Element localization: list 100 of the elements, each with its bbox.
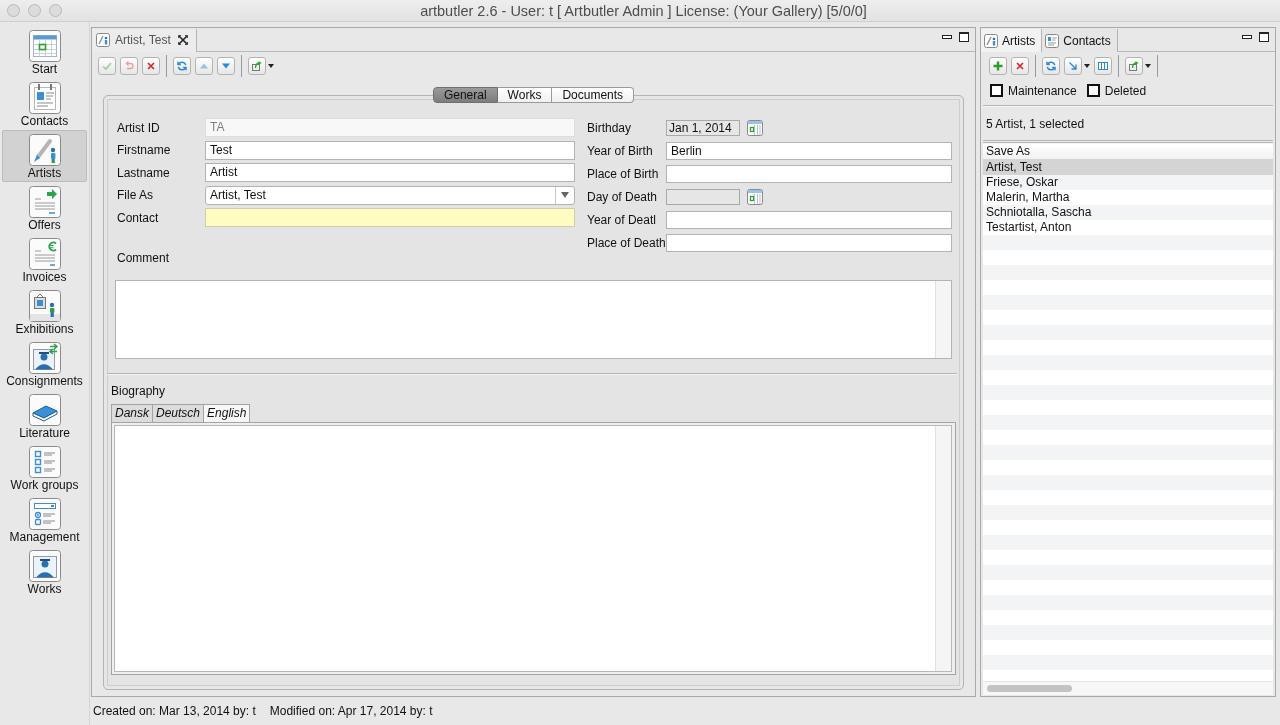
date-field[interactable]	[666, 189, 740, 205]
scrollbar[interactable]	[935, 280, 951, 358]
language-tab[interactable]: English	[204, 403, 251, 422]
export-icon	[251, 60, 263, 72]
text-field[interactable]	[666, 165, 952, 183]
paintbrush-person-icon	[96, 33, 110, 47]
dropdown-arrow-icon	[561, 192, 569, 198]
sidebar-item[interactable]: Contacts	[2, 78, 87, 130]
list-row[interactable]: Artist, Test	[983, 160, 1273, 175]
field-label: Artist ID	[117, 120, 161, 135]
export-button[interactable]	[1125, 57, 1143, 75]
contact-card-icon	[1045, 33, 1060, 48]
sidebar-item[interactable]: Invoices	[2, 234, 87, 286]
contact-card-icon	[28, 82, 61, 114]
portrait-arrows-icon	[28, 342, 61, 374]
calendar-icon	[28, 30, 61, 62]
cross-icon	[145, 60, 157, 72]
field-label: Lastname	[117, 165, 171, 180]
sidebar-item[interactable]: Artists	[2, 130, 87, 182]
column-header[interactable]: Save As	[983, 144, 1031, 159]
caret-icon[interactable]	[1145, 64, 1151, 68]
form-icon	[28, 498, 61, 530]
scrollbar[interactable]	[983, 681, 1273, 695]
close-icon[interactable]	[177, 35, 188, 45]
text-field[interactable]: Berlin	[666, 142, 952, 160]
columns-icon	[1097, 60, 1109, 72]
list-row[interactable]: Friese, Oskar	[983, 175, 1273, 190]
status-text: Modified on: Apr 17, 2014 by: t	[269, 704, 433, 718]
text-field[interactable]	[666, 211, 952, 229]
undo-icon	[123, 60, 135, 72]
scrollbar[interactable]	[935, 425, 951, 671]
maximize-icon[interactable]	[959, 31, 969, 42]
next-button[interactable]	[217, 57, 235, 75]
field-label: Place of Death	[587, 236, 666, 250]
form-tab[interactable]: Documents	[552, 87, 635, 103]
language-tab[interactable]: Dansk	[111, 403, 153, 422]
caret-icon[interactable]	[268, 64, 274, 68]
field-label: Day of Death	[587, 190, 659, 204]
plus-icon	[992, 60, 1004, 72]
checkbox-label: Deleted	[1104, 83, 1147, 98]
checkbox[interactable]	[990, 84, 1003, 97]
text-field[interactable]: Test	[205, 140, 575, 160]
date-field[interactable]: Jan 1, 2014	[666, 120, 740, 136]
panel-tab[interactable]: Contacts	[1042, 29, 1118, 52]
combo-box[interactable]: Artist, Test	[205, 185, 575, 205]
portrait-icon	[28, 550, 61, 582]
sidebar-item[interactable]: Management	[2, 494, 87, 546]
refresh-button[interactable]	[1042, 57, 1060, 75]
form-tab[interactable]: Works	[497, 87, 553, 103]
cross-icon	[1014, 60, 1026, 72]
calendar-icon[interactable]	[747, 120, 763, 136]
comment-field[interactable]	[115, 279, 952, 359]
checkbox[interactable]	[1086, 84, 1100, 97]
sidebar-item[interactable]: Start	[2, 26, 87, 78]
paintbrush-person-icon	[984, 33, 998, 48]
refresh-button[interactable]	[173, 57, 191, 75]
calendar-icon[interactable]	[747, 189, 763, 205]
sidebar-item[interactable]: Literature	[2, 390, 87, 442]
framed-picture-icon	[28, 290, 61, 322]
sidebar-item[interactable]: Exhibitions	[2, 286, 87, 338]
sidebar-item[interactable]: Offers	[2, 182, 87, 234]
field-label: Place of Birth	[587, 167, 660, 181]
panel-tab[interactable]: Artists	[981, 29, 1043, 52]
field-label: Contact	[117, 210, 160, 225]
list-row[interactable]: Schniotalla, Sascha	[983, 205, 1273, 220]
refresh-icon	[176, 60, 188, 72]
book-icon	[28, 394, 61, 426]
list-row[interactable]: Malerin, Martha	[983, 190, 1273, 205]
scrollbar-thumb[interactable]	[987, 685, 1072, 692]
field-label: Birthday	[587, 121, 633, 135]
diagonal-arrow-icon	[1067, 60, 1079, 72]
language-tab[interactable]: Deutsch	[153, 403, 205, 422]
paintbrush-person-icon	[28, 134, 61, 166]
delete-button[interactable]	[142, 57, 160, 75]
form-tab[interactable]: General	[432, 87, 498, 103]
field-label: Comment	[117, 250, 170, 265]
sidebar-item[interactable]: Consignments	[2, 338, 87, 390]
add-button[interactable]	[989, 57, 1007, 75]
status-text: Created on: Mar 13, 2014 by: t	[93, 704, 256, 718]
editor-tab[interactable]: Artist, Test	[92, 28, 197, 52]
checklist-icon	[28, 446, 61, 478]
sidebar-item[interactable]: Works	[2, 546, 87, 598]
sidebar-item[interactable]: Work groups	[2, 442, 87, 494]
field-label: Firstname	[117, 143, 172, 157]
columns-button[interactable]	[1094, 57, 1112, 75]
export-button[interactable]	[248, 57, 266, 75]
lookup-field[interactable]	[205, 208, 575, 227]
field-label: Year of Deatl	[587, 213, 657, 227]
list-row[interactable]: Testartist, Anton	[983, 220, 1273, 235]
text-field[interactable]: Artist	[205, 163, 575, 182]
maximize-icon[interactable]	[1259, 31, 1269, 42]
field-label: Year of Birth	[587, 144, 654, 158]
refresh-icon	[1045, 60, 1057, 72]
section-label: Biography	[111, 383, 167, 398]
delete-button[interactable]	[1011, 57, 1029, 75]
caret-icon[interactable]	[1084, 64, 1090, 68]
field-label: File As	[117, 188, 154, 202]
summary-text: 5 Artist, 1 selected	[986, 116, 1085, 131]
text-field[interactable]	[666, 234, 952, 252]
window-title: artbutler 2.6 - User: t [ Artbutler Admin ] License: (Your Gallery) [5/0/0]	[419, 2, 868, 19]
